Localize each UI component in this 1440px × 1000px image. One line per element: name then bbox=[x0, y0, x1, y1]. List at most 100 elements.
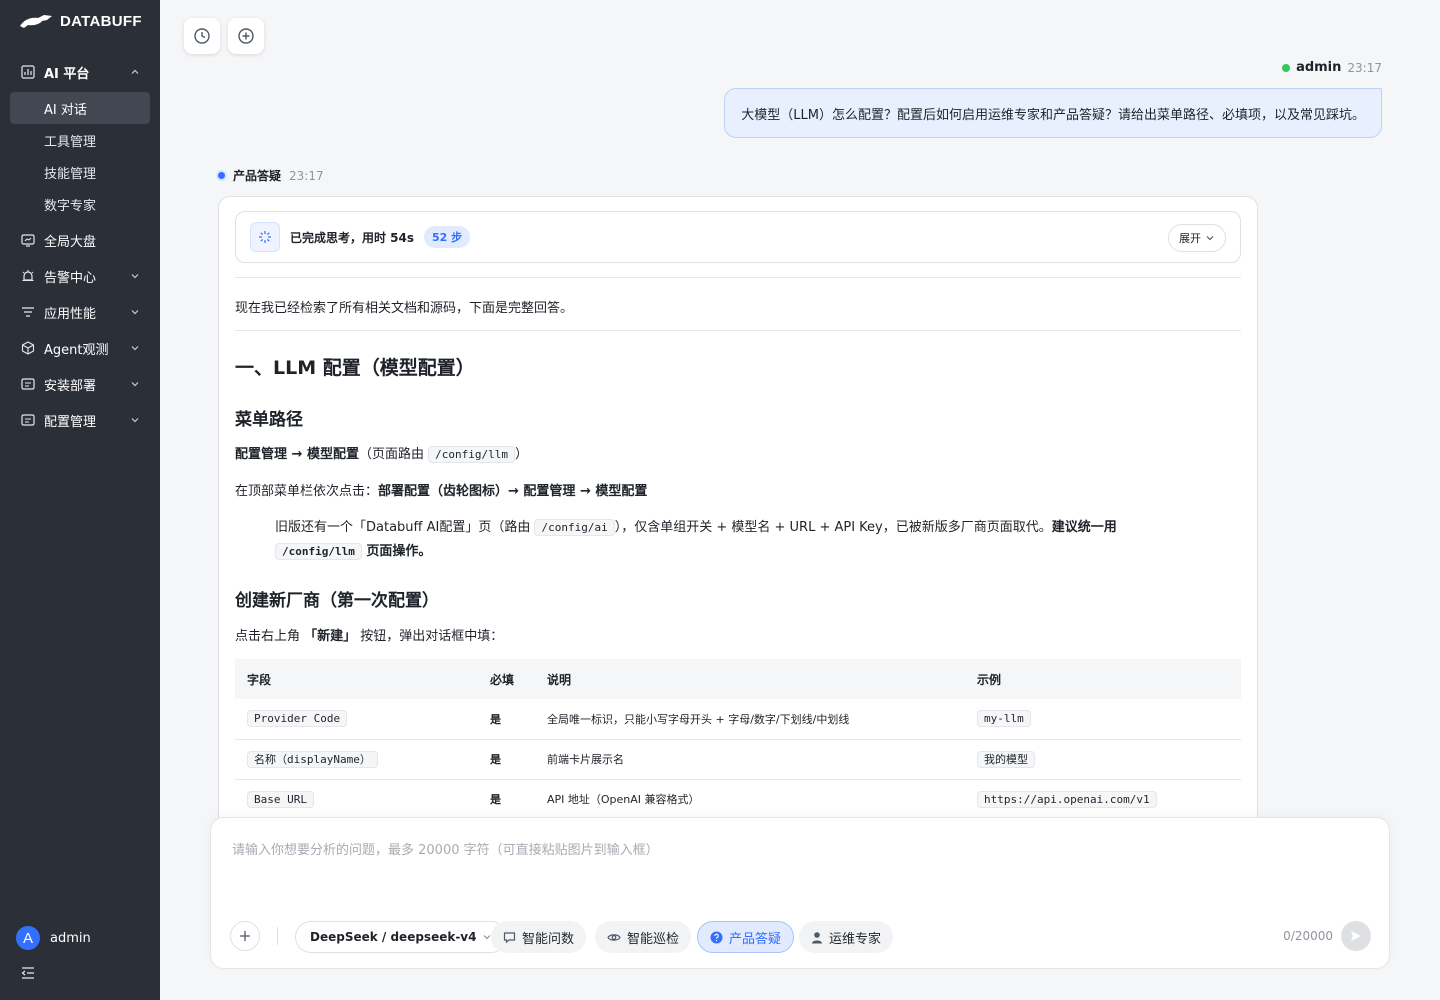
chat-icon bbox=[503, 931, 516, 943]
mode-chip-label: 运维专家 bbox=[829, 931, 882, 947]
chat-composer: 请输入你想要分析的问题，最多 20000 字符（可直接粘贴图片到输入框） Dee… bbox=[210, 817, 1390, 969]
menu-path-prefix: （页面路由 bbox=[358, 447, 429, 462]
expand-label: 展开 bbox=[1179, 232, 1201, 245]
bot-status-dot bbox=[218, 172, 225, 179]
sidebar-item-label: 技能管理 bbox=[44, 166, 97, 182]
answer-heading-create: 创建新厂商（第一次配置） bbox=[235, 591, 439, 611]
chart-icon bbox=[20, 64, 36, 80]
send-button[interactable] bbox=[1341, 921, 1371, 951]
sidebar-item-ai-chat[interactable]: AI 对话 bbox=[10, 92, 150, 124]
table-row: Base URL 是 API 地址（OpenAI 兼容格式） https://a… bbox=[235, 779, 1241, 820]
nav-group-agent[interactable]: Agent观测 bbox=[0, 332, 160, 364]
new-chat-button[interactable] bbox=[228, 18, 264, 54]
table-row: 名称（displayName） 是 前端卡片展示名 我的模型 bbox=[235, 739, 1241, 780]
chat-input[interactable]: 请输入你想要分析的问题，最多 20000 字符（可直接粘贴图片到输入框） bbox=[232, 839, 659, 858]
sidebar-item-tools[interactable]: 工具管理 bbox=[10, 124, 150, 156]
example-code: https://api.openai.com/v1 bbox=[977, 790, 1157, 808]
avatar: A bbox=[16, 926, 40, 950]
chevron-down-icon bbox=[130, 306, 140, 321]
thinking-summary[interactable]: 已完成思考，用时 54s 52 步 展开 bbox=[235, 211, 1241, 263]
mode-chip-product-qa[interactable]: 产品答疑 bbox=[697, 921, 795, 953]
chevron-down-icon bbox=[130, 342, 140, 357]
legacy-note: 旧版还有一个「Databuff AI配置」页（路由 /config/ai ），仅含… bbox=[275, 516, 1215, 564]
bot-message-time: 23:17 bbox=[289, 168, 324, 183]
steps-badge: 52 步 bbox=[424, 226, 471, 248]
chevron-down-icon bbox=[130, 414, 140, 429]
table-header: 必填 bbox=[478, 659, 535, 699]
table-cell: 名称（displayName） bbox=[235, 739, 478, 780]
mode-chip-ops-expert[interactable]: 运维专家 bbox=[799, 921, 894, 953]
nav-group-label: Agent观测 bbox=[44, 342, 109, 358]
config-icon bbox=[20, 412, 36, 428]
cube-icon bbox=[20, 340, 36, 356]
collapse-sidebar-icon[interactable] bbox=[20, 965, 36, 985]
legacy-note-bold2: 页面操作。 bbox=[361, 544, 432, 559]
sparkle-icon bbox=[250, 222, 280, 252]
attach-button[interactable] bbox=[230, 921, 260, 951]
table-row: Provider Code 是 全局唯一标识，只能小写字母开头 + 字母/数字/… bbox=[235, 699, 1241, 740]
sidebar-item-skills[interactable]: 技能管理 bbox=[10, 156, 150, 188]
bot-message-author: 产品答疑 bbox=[233, 169, 282, 183]
table-cell: https://api.openai.com/v1 bbox=[965, 779, 1241, 820]
mode-chip-smart-inspection[interactable]: 智能巡检 bbox=[595, 921, 692, 953]
table-cell: 全局唯一标识，只能小写字母开头 + 字母/数字/下划线/中划线 bbox=[535, 699, 965, 740]
menu-click-bold: 部署配置（齿轮图标）→ 配置管理 → 模型配置 bbox=[378, 484, 648, 499]
table-cell: 前端卡片展示名 bbox=[535, 739, 965, 780]
sidebar-item-label: 工具管理 bbox=[44, 134, 97, 150]
nav-group-label: 应用性能 bbox=[44, 306, 97, 322]
table-cell: 是 bbox=[478, 779, 535, 820]
create-intro-bold: 「新建」 bbox=[304, 629, 357, 644]
table-cell: 是 bbox=[478, 739, 535, 780]
sidebar-user[interactable]: A admin bbox=[16, 926, 91, 950]
answer-intro: 现在我已经检索了所有相关文档和源码，下面是完整回答。 bbox=[235, 301, 574, 316]
user-message-time: 23:17 bbox=[1347, 60, 1382, 75]
user-message-bubble: 大模型（LLM）怎么配置？配置后如何启用运维专家和产品答疑？请给出菜单路径、必填… bbox=[724, 88, 1382, 138]
field-code: Base URL bbox=[247, 790, 314, 808]
bot-message-meta: 产品答疑 23:17 bbox=[218, 167, 324, 184]
nav-group-label: 安装部署 bbox=[44, 378, 97, 394]
divider bbox=[277, 927, 278, 945]
chevron-up-icon bbox=[130, 66, 140, 81]
answer-heading-menu: 菜单路径 bbox=[235, 410, 303, 430]
eye-icon bbox=[607, 933, 621, 941]
nav-group-config[interactable]: 配置管理 bbox=[0, 404, 160, 436]
divider bbox=[235, 330, 1241, 331]
nav-group-apm[interactable]: 应用性能 bbox=[0, 296, 160, 328]
person-icon bbox=[812, 931, 822, 943]
history-button[interactable] bbox=[184, 18, 220, 54]
install-icon bbox=[20, 376, 36, 392]
user-message-author: admin bbox=[1296, 60, 1342, 75]
question-icon bbox=[710, 931, 723, 943]
sidebar-item-digital-expert[interactable]: 数字专家 bbox=[10, 188, 150, 220]
menu-click-prefix: 在顶部菜单栏依次点击： bbox=[235, 484, 379, 499]
expand-thinking-button[interactable]: 展开 bbox=[1168, 224, 1226, 252]
dashboard-icon bbox=[20, 232, 36, 248]
nav-group-ai-platform[interactable]: AI 平台 bbox=[0, 56, 160, 88]
table-header: 说明 bbox=[535, 659, 965, 699]
user-name: admin bbox=[50, 930, 91, 946]
table-header-row: 字段 必填 说明 示例 bbox=[235, 659, 1241, 699]
sidebar-item-label: AI 对话 bbox=[44, 102, 87, 118]
menu-path-suffix: ） bbox=[514, 447, 528, 462]
nav-group-install[interactable]: 安装部署 bbox=[0, 368, 160, 400]
nav-group-alarm[interactable]: 告警中心 bbox=[0, 260, 160, 292]
legacy-note-bold1: 建议统一用 bbox=[1051, 520, 1117, 535]
char-counter: 0/20000 bbox=[1283, 929, 1333, 943]
bot-answer-card: 已完成思考，用时 54s 52 步 展开 现在我已经检索了所有相关文档和源码，下… bbox=[218, 196, 1258, 836]
legacy-route-code: /config/ai bbox=[534, 519, 615, 536]
thinking-status: 已完成思考，用时 54s bbox=[290, 230, 415, 245]
model-select[interactable]: DeepSeek / deepseek-v4 bbox=[295, 921, 508, 953]
logo-mark-icon bbox=[20, 15, 52, 28]
mode-chip-smart-query[interactable]: 智能问数 bbox=[491, 921, 587, 953]
main-area: admin 23:17 大模型（LLM）怎么配置？配置后如何启用运维专家和产品答… bbox=[160, 0, 1440, 1000]
table-cell: 是 bbox=[478, 699, 535, 740]
plus-icon bbox=[240, 931, 250, 941]
example-code: 我的模型 bbox=[977, 751, 1035, 768]
create-intro-line: 点击右上角 「新建」 按钮，弹出对话框中填： bbox=[235, 625, 503, 644]
nav-group-dashboard[interactable]: 全局大盘 bbox=[0, 224, 160, 256]
brand-logo[interactable]: DATABUFF bbox=[18, 12, 142, 30]
new-route-code: /config/llm bbox=[275, 543, 362, 560]
nav-group-label: 配置管理 bbox=[44, 414, 97, 430]
menu-path-bold: 配置管理 → 模型配置 bbox=[235, 447, 359, 462]
answer-heading-1: 一、LLM 配置（模型配置） bbox=[235, 357, 475, 379]
